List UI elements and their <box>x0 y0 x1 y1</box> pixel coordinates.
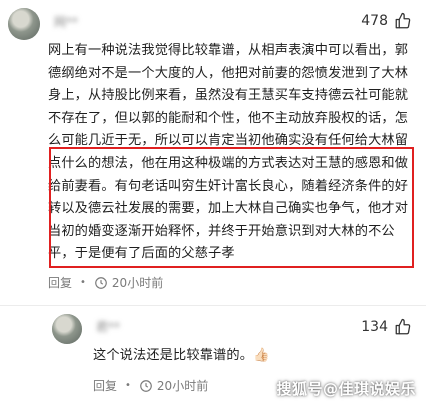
comment-meta: 回复 • 20小时前 <box>93 377 208 394</box>
reply-link[interactable]: 回复 <box>48 274 72 291</box>
separator-dot: • <box>125 380 131 391</box>
thumbs-up-icon <box>395 12 411 29</box>
like-button[interactable]: 478 <box>361 12 412 30</box>
thumbs-up-icon <box>395 318 411 335</box>
comment-username[interactable]: 君** <box>96 318 120 335</box>
clock-icon <box>95 276 107 289</box>
clock-icon <box>140 379 152 392</box>
divider <box>0 305 426 306</box>
comment-time: 20小时前 <box>111 276 164 290</box>
like-count: 134 <box>361 319 388 335</box>
comment-username[interactable]: 网** <box>54 13 78 30</box>
comment-meta: 回复 • 20小时前 <box>48 274 163 291</box>
comment-text: 这个说法还是比较靠谱的。👍🏻 <box>93 348 270 363</box>
avatar[interactable] <box>52 314 82 344</box>
comment-text: 网上有一种说法我觉得比较靠谱，从相声表演中可以看出，郭德纲绝对不是一个大度的人，… <box>48 43 409 262</box>
comment-time: 20小时前 <box>156 379 209 393</box>
avatar[interactable] <box>8 8 40 40</box>
like-button[interactable]: 134 <box>361 318 412 336</box>
watermark: 搜狐号@佳琪说娱乐 <box>276 380 416 398</box>
like-count: 478 <box>361 13 388 29</box>
reply-link[interactable]: 回复 <box>93 377 117 394</box>
separator-dot: • <box>80 277 86 288</box>
